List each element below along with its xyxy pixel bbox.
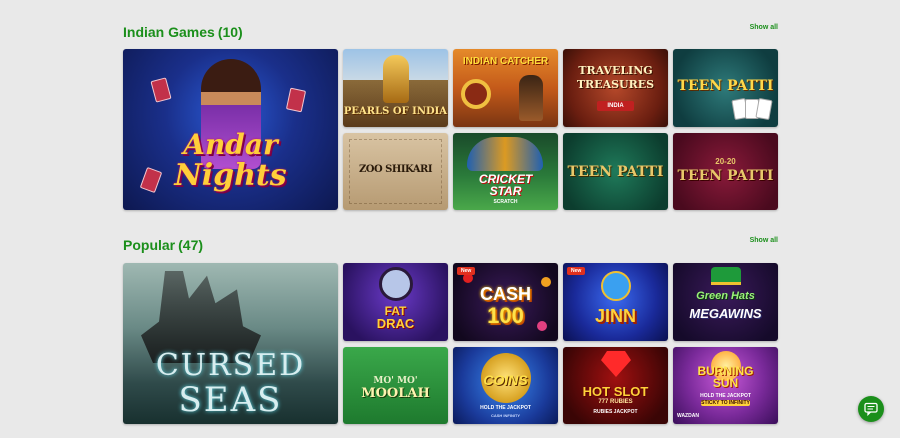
- section-count: (10): [217, 24, 243, 40]
- game-title: SEAS: [178, 380, 283, 420]
- card-decoration: [150, 77, 172, 103]
- game-title: STAR: [489, 184, 522, 198]
- game-title: INDIAN CATCHER: [462, 56, 549, 67]
- game-subtitle: HOLD THE JACKPOT: [700, 393, 751, 399]
- game-tile-fat-drac[interactable]: FAT DRAC: [343, 263, 448, 341]
- game-tile-20-20-teen-patti[interactable]: 20-20 TEEN PATTI: [673, 133, 778, 210]
- game-subtitle: INDIA: [597, 101, 634, 111]
- players-image: [467, 137, 543, 171]
- game-title: DRAC: [376, 316, 415, 331]
- game-tile-pearls-of-india[interactable]: PEARLS OF INDIA: [343, 49, 448, 127]
- game-title: SUN: [712, 376, 739, 390]
- section-title: Popular (47): [123, 237, 203, 253]
- game-subtitle: HOLD THE JACKPOT: [480, 405, 531, 411]
- idol-image: [383, 55, 409, 103]
- vampire-image: [379, 267, 413, 301]
- game-tile-burning-sun[interactable]: BURNING SUN HOLD THE JACKPOT STICKY TO I…: [673, 347, 778, 424]
- wheel-image: [461, 79, 491, 109]
- game-title: MEGAWINS: [689, 306, 762, 321]
- game-subtitle: STICKY TO INFINITY: [701, 400, 750, 406]
- game-tile-traveling-treasures[interactable]: TRAVELING TREASURES INDIA: [563, 49, 668, 127]
- game-title: TREASURES: [576, 78, 655, 91]
- hat-image: [711, 267, 741, 285]
- game-subtitle: SCRATCH: [493, 199, 518, 205]
- game-tile-jinn[interactable]: JINN New: [563, 263, 668, 341]
- game-tile-cursed-seas[interactable]: CURSED SEAS: [123, 263, 338, 424]
- playing-card: [755, 97, 773, 121]
- game-title: Green Hats: [696, 290, 755, 302]
- game-title: COINS: [483, 372, 528, 388]
- game-title: JINN: [594, 306, 636, 326]
- card-decoration: [285, 87, 307, 113]
- game-title: HOT SLOT: [582, 384, 649, 399]
- game-title: PEARLS OF INDIA: [343, 106, 448, 117]
- section-title: Indian Games (10): [123, 24, 243, 40]
- game-title: TEEN PATTI: [677, 168, 774, 184]
- game-tile-cricket-star[interactable]: CRICKET STAR SCRATCH: [453, 133, 558, 210]
- game-tile-zoo-shikari[interactable]: ZOO SHIKARI: [343, 133, 448, 210]
- chat-bubble-icon: [864, 402, 878, 416]
- show-all-link[interactable]: Show all: [750, 237, 778, 244]
- game-tile-teen-patti-2[interactable]: TEEN PATTI: [563, 133, 668, 210]
- jinn-image: [601, 271, 631, 301]
- game-tile-coins[interactable]: COINS HOLD THE JACKPOT CASH INFINITY: [453, 347, 558, 424]
- game-tile-green-hats-megawins[interactable]: Green Hats MEGAWINS: [673, 263, 778, 341]
- game-title: MO' MO': [373, 376, 418, 386]
- game-title: MOOLAH: [361, 386, 430, 401]
- section-header-popular: Popular (47) Show all: [123, 237, 778, 257]
- game-title: ZOO SHIKARI: [358, 164, 433, 175]
- chat-button[interactable]: [858, 396, 884, 422]
- game-title: CASH: [479, 284, 531, 304]
- section-title-label: Indian Games: [123, 24, 215, 40]
- game-title: Nights: [174, 158, 287, 193]
- game-title: TEEN PATTI: [677, 78, 774, 94]
- game-title: 100: [487, 303, 524, 328]
- game-subtitle: RUBIES JACKPOT: [593, 409, 638, 415]
- section-header-indian-games: Indian Games (10) Show all: [123, 24, 778, 44]
- provider-logo: WAZDAN: [677, 413, 699, 419]
- game-subtitle: CASH INFINITY: [490, 413, 521, 418]
- gem-image: [601, 351, 631, 377]
- game-tile-indian-catcher[interactable]: INDIAN CATCHER: [453, 49, 558, 127]
- section-count: (47): [178, 237, 204, 253]
- game-tile-cash-100[interactable]: CASH 100 New: [453, 263, 558, 341]
- game-title: Andar: [183, 128, 278, 161]
- game-tile-moolah[interactable]: MO' MO' MOOLAH: [343, 347, 448, 424]
- new-badge: New: [567, 267, 586, 275]
- game-subtitle: 777 RUBIES: [598, 399, 633, 405]
- game-title: TRAVELING: [578, 64, 653, 77]
- game-title-prefix: 20-20: [715, 157, 736, 166]
- game-tile-hot-slot[interactable]: HOT SLOT 777 RUBIES RUBIES JACKPOT: [563, 347, 668, 424]
- game-tile-andar-nights[interactable]: Andar Nights: [123, 49, 338, 210]
- section-title-label: Popular: [123, 237, 176, 253]
- character-image: [519, 75, 543, 121]
- game-title: CURSED: [155, 348, 306, 383]
- new-badge: New: [457, 267, 476, 275]
- game-tile-teen-patti[interactable]: TEEN PATTI: [673, 49, 778, 127]
- show-all-link[interactable]: Show all: [750, 24, 778, 31]
- game-title: TEEN PATTI: [567, 164, 664, 180]
